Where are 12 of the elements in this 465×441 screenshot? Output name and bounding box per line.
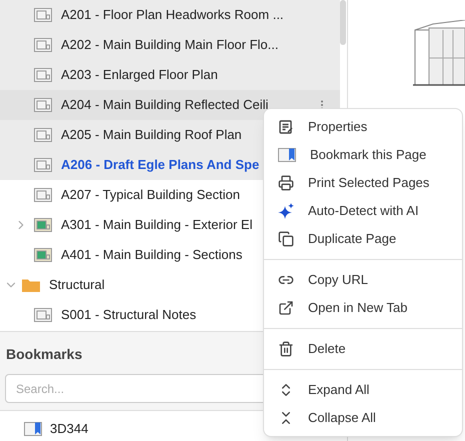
item-label: A204 - Main Building Reflected Ceili [61,96,268,114]
item-label: A205 - Main Building Roof Plan [61,126,242,144]
item-label: A207 - Typical Building Section [61,186,240,204]
item-label: A301 - Main Building - Exterior El [61,216,252,234]
item-label: Structural [49,276,105,294]
panel-title: Bookmarks [6,345,82,364]
item-label: A401 - Main Building - Sections [61,246,242,264]
item-label: A206 - Draft Egle Plans And Spe [61,156,260,174]
item-label: A201 - Floor Plan Headworks Room ... [61,6,284,24]
item-label: A203 - Enlarged Floor Plan [61,66,218,84]
item-label: A202 - Main Building Main Floor Flo... [61,36,278,54]
item-label: S001 - Structural Notes [61,306,196,324]
